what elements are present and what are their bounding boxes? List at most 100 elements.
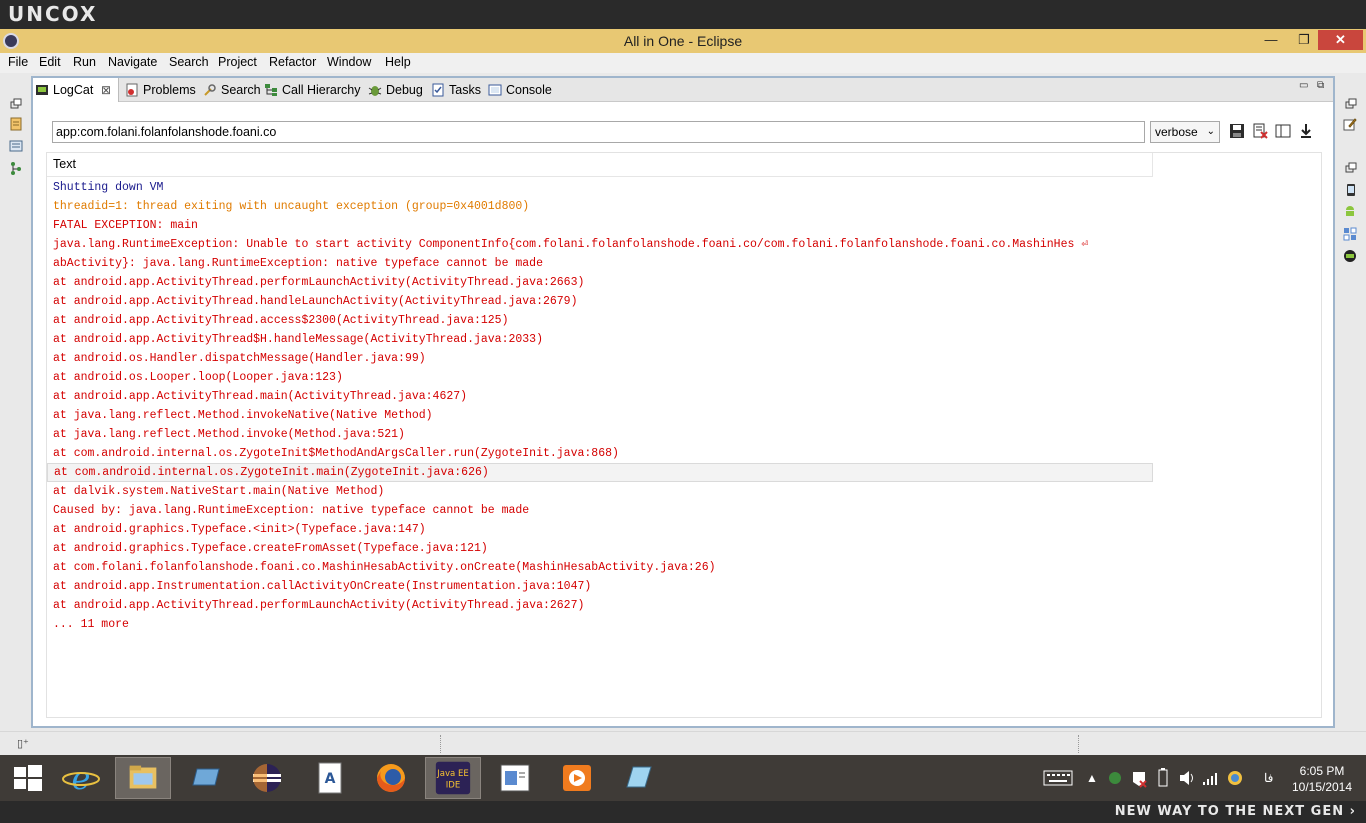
tab-label: Debug bbox=[386, 83, 423, 97]
log-row[interactable]: at android.app.Instrumentation.callActiv… bbox=[47, 577, 1153, 596]
menu-navigate[interactable]: Navigate bbox=[108, 55, 157, 69]
clear-log-icon[interactable] bbox=[1252, 123, 1268, 139]
edit-icon[interactable] bbox=[1343, 117, 1357, 131]
log-row[interactable]: at android.app.ActivityThread.handleLaun… bbox=[47, 292, 1153, 311]
restore-icon[interactable] bbox=[9, 97, 23, 111]
log-row[interactable]: abActivity}: java.lang.RuntimeException:… bbox=[47, 254, 1153, 273]
view-tab-bar: LogCat ⊠ Problems Search Call Hierarchy … bbox=[33, 78, 1333, 102]
internet-explorer-icon[interactable]: e bbox=[53, 757, 109, 799]
action-center-icon[interactable] bbox=[1128, 755, 1150, 801]
media-player-icon[interactable] bbox=[549, 757, 605, 799]
notepad-icon[interactable] bbox=[611, 757, 667, 799]
scroll-lock-icon[interactable] bbox=[1298, 123, 1314, 139]
restore-icon[interactable] bbox=[1344, 161, 1358, 175]
eclipse-icon[interactable] bbox=[239, 757, 295, 799]
tab-call-hierarchy[interactable]: Call Hierarchy bbox=[262, 78, 362, 102]
svg-text:IDE: IDE bbox=[446, 781, 461, 791]
window-switcher-icon[interactable] bbox=[177, 757, 233, 799]
log-row[interactable]: at android.graphics.Typeface.<init>(Type… bbox=[47, 520, 1153, 539]
log-table[interactable]: Text Shutting down VM threadid=1: thread … bbox=[46, 152, 1322, 718]
menu-help[interactable]: Help bbox=[385, 55, 411, 69]
log-row[interactable]: at android.os.Looper.loop(Looper.java:12… bbox=[47, 368, 1153, 387]
logcat-filter-input[interactable] bbox=[52, 121, 1145, 143]
log-row[interactable]: at com.android.internal.os.ZygoteInit.ma… bbox=[47, 463, 1153, 482]
toggle-panel-icon[interactable] bbox=[1275, 123, 1291, 139]
log-row[interactable]: at java.lang.reflect.Method.invoke(Metho… bbox=[47, 425, 1153, 444]
firefox-icon[interactable] bbox=[363, 757, 419, 799]
watermark-logo: UNCOX bbox=[8, 2, 98, 26]
menu-file[interactable]: File bbox=[8, 55, 28, 69]
maximize-view-icon[interactable]: ⧉ bbox=[1317, 80, 1324, 91]
device-icon[interactable] bbox=[1344, 183, 1358, 197]
log-row[interactable]: at android.app.ActivityThread.performLau… bbox=[47, 596, 1153, 615]
workbench: LogCat ⊠ Problems Search Call Hierarchy … bbox=[0, 73, 1366, 731]
save-icon[interactable] bbox=[1229, 123, 1245, 139]
tab-tasks[interactable]: Tasks bbox=[429, 78, 485, 102]
system-clock[interactable]: 6:05 PM 10/15/2014 bbox=[1282, 763, 1362, 795]
ddms-icon[interactable] bbox=[1343, 249, 1357, 263]
volume-icon[interactable] bbox=[1176, 755, 1198, 801]
log-row[interactable]: at com.folani.folanfolanshode.foani.co.M… bbox=[47, 558, 1153, 577]
log-row[interactable]: Shutting down VM bbox=[47, 178, 1153, 197]
log-row[interactable]: threadid=1: thread exiting with uncaught… bbox=[47, 197, 1153, 216]
menu-window[interactable]: Window bbox=[327, 55, 371, 69]
minimize-button[interactable]: — bbox=[1256, 30, 1286, 50]
log-row[interactable]: ... 11 more bbox=[47, 615, 1153, 634]
battery-icon[interactable] bbox=[1152, 755, 1174, 801]
package-explorer-icon[interactable] bbox=[9, 117, 23, 131]
log-row[interactable]: at dalvik.system.NativeStart.main(Native… bbox=[47, 482, 1153, 501]
log-row[interactable]: at android.app.ActivityThread.performLau… bbox=[47, 273, 1153, 292]
show-hidden-icons[interactable]: ▲ bbox=[1086, 771, 1098, 787]
close-icon[interactable]: ⊠ bbox=[101, 78, 111, 102]
minimize-view-icon[interactable]: ▭ bbox=[1299, 80, 1308, 91]
layout-icon[interactable] bbox=[1343, 227, 1357, 241]
tab-label: Search bbox=[221, 83, 261, 97]
start-icon[interactable] bbox=[0, 757, 56, 799]
tab-search[interactable]: Search bbox=[201, 78, 261, 102]
menu-search[interactable]: Search bbox=[169, 55, 209, 69]
hierarchy-icon[interactable] bbox=[9, 161, 23, 175]
tab-console[interactable]: Console bbox=[486, 78, 556, 102]
log-row[interactable]: at android.app.ActivityThread.access$230… bbox=[47, 311, 1153, 330]
tab-logcat[interactable]: LogCat ⊠ bbox=[33, 78, 119, 102]
log-row[interactable]: at android.os.Handler.dispatchMessage(Ha… bbox=[47, 349, 1153, 368]
touch-keyboard-icon[interactable] bbox=[1040, 755, 1076, 801]
cloud-sync-icon[interactable] bbox=[1224, 755, 1246, 801]
outline-icon[interactable] bbox=[9, 139, 23, 153]
log-level-value: verbose bbox=[1155, 125, 1198, 139]
tab-debug[interactable]: Debug bbox=[366, 78, 426, 102]
log-column-header[interactable]: Text bbox=[47, 153, 1153, 177]
menu-run[interactable]: Run bbox=[73, 55, 96, 69]
log-row[interactable]: Caused by: java.lang.RuntimeException: n… bbox=[47, 501, 1153, 520]
restore-icon[interactable] bbox=[1344, 97, 1358, 111]
log-row[interactable]: at android.app.ActivityThread.main(Activ… bbox=[47, 387, 1153, 406]
file-explorer-icon[interactable] bbox=[115, 757, 171, 799]
tab-label: Problems bbox=[143, 83, 196, 97]
menu-refactor[interactable]: Refactor bbox=[269, 55, 316, 69]
log-row[interactable]: java.lang.RuntimeException: Unable to st… bbox=[47, 235, 1153, 254]
status-separator bbox=[1078, 735, 1081, 753]
maximize-button[interactable]: ❐ bbox=[1289, 30, 1319, 50]
log-level-select[interactable]: verbose ⌄ bbox=[1150, 121, 1220, 143]
log-row[interactable]: FATAL EXCEPTION: main bbox=[47, 216, 1153, 235]
android-icon[interactable] bbox=[1343, 205, 1357, 219]
log-row[interactable]: at com.android.internal.os.ZygoteInit$Me… bbox=[47, 444, 1153, 463]
log-row[interactable]: at java.lang.reflect.Method.invokeNative… bbox=[47, 406, 1153, 425]
fast-view-icon[interactable]: ▯⁺ bbox=[17, 737, 29, 750]
wifi-signal-icon[interactable] bbox=[1200, 755, 1222, 801]
input-language-indicator[interactable]: فا bbox=[1264, 771, 1273, 787]
clock-date: 10/15/2014 bbox=[1291, 780, 1353, 794]
menu-project[interactable]: Project bbox=[218, 55, 257, 69]
log-row[interactable]: at android.graphics.Typeface.createFromA… bbox=[47, 539, 1153, 558]
status-separator bbox=[440, 735, 443, 753]
status-bar: ▯⁺ bbox=[0, 731, 1366, 755]
java-ee-ide-icon[interactable]: Java EE IDE bbox=[425, 757, 481, 799]
menu-edit[interactable]: Edit bbox=[39, 55, 61, 69]
svg-text:Java EE: Java EE bbox=[436, 769, 469, 779]
presentation-icon[interactable] bbox=[487, 757, 543, 799]
tab-problems[interactable]: Problems bbox=[123, 78, 199, 102]
close-button[interactable]: ✕ bbox=[1318, 30, 1363, 50]
log-row[interactable]: at android.app.ActivityThread$H.handleMe… bbox=[47, 330, 1153, 349]
network-share-icon[interactable] bbox=[1104, 755, 1126, 801]
word-document-icon[interactable]: A bbox=[301, 757, 357, 799]
